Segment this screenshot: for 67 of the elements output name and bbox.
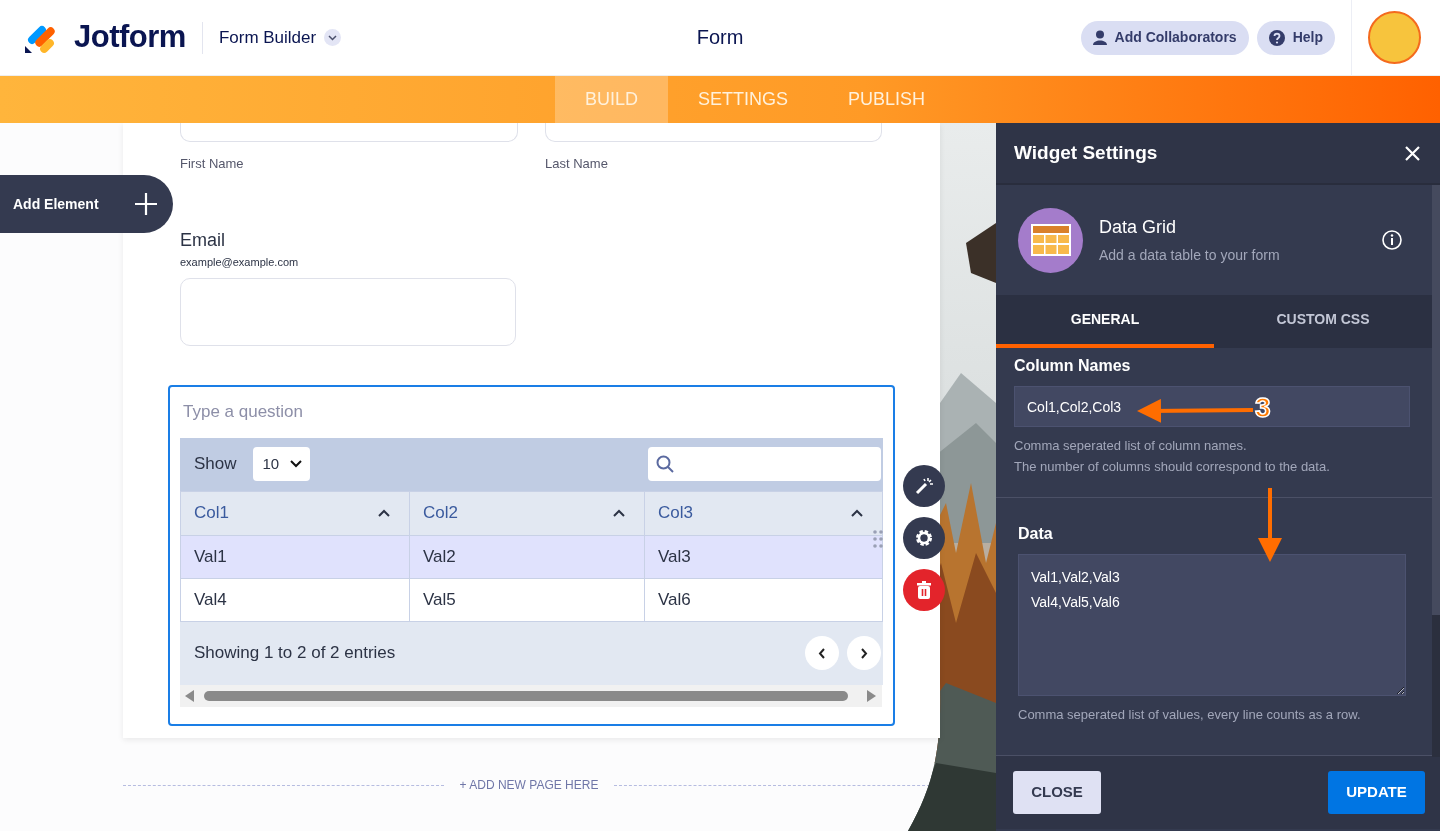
column-header[interactable]: Col3 [658,500,693,526]
panel-tab[interactable]: CUSTOM CSS [1214,295,1432,348]
chevron-left-icon [818,647,826,659]
update-button[interactable]: UPDATE [1328,771,1425,814]
table-cell: Val4 [180,578,410,621]
field-label: Email [180,228,226,252]
avatar[interactable] [1368,11,1421,64]
scrollbar[interactable] [1432,185,1440,757]
field-label: Column Names [1014,356,1132,376]
table-cell: Val1 [180,535,410,578]
search-icon [656,455,674,473]
column-header[interactable]: Col1 [194,500,229,526]
help-icon [1268,29,1285,46]
caret-icon [328,34,338,41]
column-header[interactable]: Col2 [423,500,458,526]
selected-widget[interactable]: Type a question Show 10 Col1 Col2 Col3 Val1 Val2 Val3 Val4 Val5 Val6 Showing 1 to 2 of 2 entries [168,385,895,726]
table-cell: Val5 [409,578,645,621]
add-element-button[interactable]: Add Element [0,175,173,233]
table-row[interactable]: Val4 Val5 Val6 [180,578,883,621]
settings-icon [914,528,934,548]
scrollbar[interactable] [180,684,882,707]
field-sublabel: example@example.com [180,254,300,270]
help-button[interactable]: Help [1256,20,1335,55]
annotation-number: 3 [1255,394,1271,422]
magic-wand-icon [914,476,934,496]
table-cell: Val2 [409,535,645,578]
entries-info: Showing 1 to 2 of 2 entries [194,642,396,665]
search-field[interactable] [648,447,881,481]
field-label: Data [1018,524,1054,544]
input-field[interactable] [180,123,518,142]
table-row[interactable]: Val1 Val2 Val3 [180,535,883,578]
close-icon [1405,145,1420,161]
add-collaborators-button[interactable]: Add Collaborators [1080,20,1249,55]
help-text: Comma seperated list of column names. The number of columns should correspond to the data. [1014,437,1331,476]
app-menu[interactable]: Form Builder [218,24,342,51]
info-button[interactable] [1382,230,1402,250]
help-text: Comma seperated list of values, every line counts as a row. [1018,706,1362,724]
sort-icon[interactable] [378,508,390,518]
previous-button[interactable] [805,636,839,670]
chevron-right-icon [860,647,868,659]
info-icon [1382,230,1402,250]
input-field[interactable] [180,278,516,346]
close-button[interactable]: CLOSE [1013,771,1101,814]
table-icon [1029,223,1072,257]
field-label: First Name [180,155,245,173]
next-button[interactable] [847,636,881,670]
show-label: Show [194,453,237,476]
input-field[interactable] [545,123,882,142]
widget-description: Add a data table to your form [1099,246,1280,265]
sort-icon[interactable] [613,508,625,518]
add-page-link[interactable]: + ADD NEW PAGE HERE [459,776,599,794]
logo-text: Jotform [74,18,186,57]
trash-icon [914,580,934,600]
page-size-select[interactable]: 10 [252,447,310,481]
caret-icon [289,460,302,468]
close-button[interactable] [1405,145,1420,161]
panel-title: Widget Settings [1014,140,1158,165]
panel-tab[interactable]: GENERAL [996,295,1214,348]
widget-name: Data Grid [1099,216,1178,239]
user-icon [1092,30,1107,45]
field-label: Last Name [545,155,609,173]
table-cell: Val6 [644,578,883,621]
sort-icon[interactable] [851,508,863,518]
text-area[interactable]: Val1,Val2,Val3 Val4,Val5,Val6 [1018,554,1406,696]
plus-icon [135,193,157,215]
form-title: Form [696,25,744,50]
drag-handle-icon[interactable] [873,530,883,548]
